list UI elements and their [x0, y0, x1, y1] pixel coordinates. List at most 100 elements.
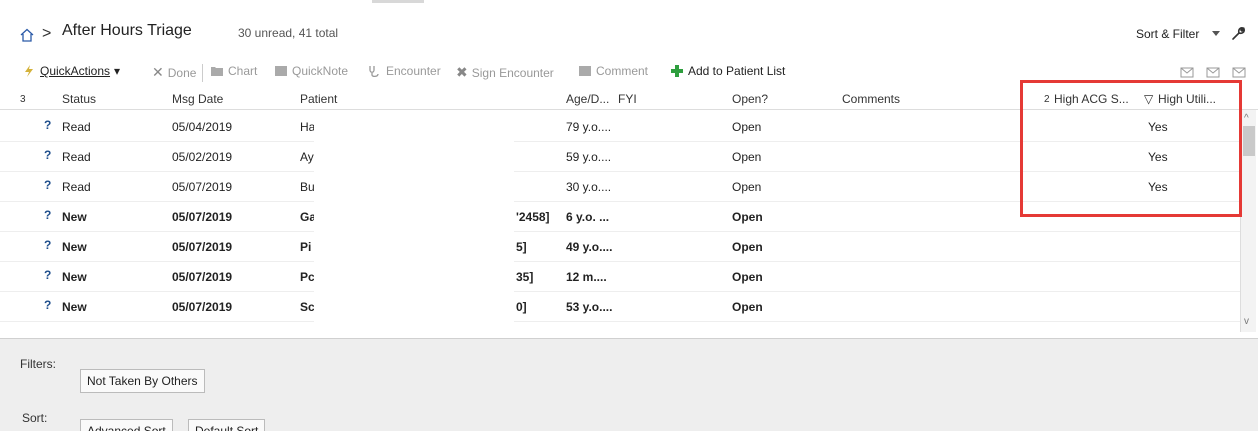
question-icon: ? — [44, 118, 52, 132]
quicknote-label: QuickNote — [292, 64, 349, 78]
table-row[interactable]: ? New 05/07/2019 Sc 0] 53 y.o.... Open — [0, 292, 1242, 322]
filters-label: Filters: — [20, 357, 56, 371]
cell-age: 53 y.o.... — [566, 300, 613, 314]
cell-mrn: '2458] — [516, 210, 550, 224]
chevron-down-icon[interactable] — [1212, 31, 1220, 36]
cell-open: Open — [732, 210, 763, 224]
cell-open: Open — [732, 120, 762, 134]
cell-mrn: 0] — [516, 300, 527, 314]
redacted-patient-area — [314, 112, 514, 142]
redacted-patient-area — [314, 232, 514, 262]
close-icon: ✖ — [456, 64, 468, 80]
cell-patient: Bu — [300, 180, 315, 194]
column-patient[interactable]: Patient — [300, 92, 337, 106]
cell-status: Read — [62, 120, 91, 134]
comment-icon — [579, 66, 591, 76]
breadcrumb-separator: > — [42, 25, 52, 42]
top-strip — [0, 0, 1258, 14]
default-sort-button[interactable]: Default Sort — [188, 419, 266, 431]
column-open[interactable]: Open? — [732, 92, 768, 106]
column-fyi[interactable]: FYI — [618, 92, 637, 106]
cell-age: 79 y.o.... — [566, 120, 612, 134]
encounter-button[interactable]: Encounter — [368, 64, 441, 78]
chevron-down-icon: ▾ — [114, 64, 121, 78]
mail-forward-icon[interactable] — [1206, 66, 1220, 79]
cell-status: New — [62, 300, 87, 314]
comment-label: Comment — [596, 64, 649, 78]
vertical-scrollbar[interactable]: ^ v — [1240, 110, 1256, 332]
redacted-patient-area — [314, 292, 514, 322]
advanced-sort-button[interactable]: Advanced Sort — [80, 419, 173, 431]
column-age[interactable]: Age/D... — [566, 92, 609, 106]
sign-encounter-label: Sign Encounter — [471, 65, 554, 80]
cell-date: 05/07/2019 — [172, 300, 233, 314]
filter-panel: Filters: Not Taken By Others Sort: Advan… — [0, 338, 1258, 431]
close-icon: ✕ — [152, 64, 164, 80]
note-icon — [275, 66, 287, 76]
question-icon: ? — [44, 268, 52, 282]
wrench-icon[interactable] — [1230, 25, 1246, 41]
done-label: Done — [167, 65, 197, 80]
cell-age: 59 y.o.... — [566, 150, 612, 164]
scroll-down-icon[interactable]: v — [1244, 316, 1249, 327]
cell-age: 12 m.... — [566, 270, 607, 284]
cell-age: 49 y.o.... — [566, 240, 613, 254]
cell-status: Read — [62, 180, 91, 194]
cell-status: New — [62, 270, 87, 284]
column-msg-date[interactable]: Msg Date — [172, 92, 223, 106]
comment-button[interactable]: Comment — [578, 64, 648, 78]
unread-count: 30 unread, 41 total — [238, 26, 339, 40]
table-row[interactable]: ? New 05/07/2019 Pi 5] 49 y.o.... Open — [0, 232, 1242, 262]
stethoscope-icon — [369, 66, 379, 78]
chart-label: Chart — [228, 64, 258, 78]
annotation-highlight-box — [1020, 80, 1242, 217]
redacted-patient-area — [314, 172, 514, 202]
sort-index-badge: 3 — [20, 94, 26, 105]
cell-status: Read — [62, 150, 91, 164]
page-title: After Hours Triage — [62, 22, 192, 39]
cell-open: Open — [732, 150, 762, 164]
home-icon[interactable] — [20, 28, 34, 42]
question-icon: ? — [44, 148, 52, 162]
cell-date: 05/02/2019 — [172, 150, 233, 164]
done-button[interactable]: ✕ Done — [152, 64, 196, 81]
table-row[interactable]: ? New 05/07/2019 Pc 35] 12 m.... Open — [0, 262, 1242, 292]
question-icon: ? — [44, 238, 52, 252]
add-to-patient-list-label: Add to Patient List — [688, 64, 786, 78]
redacted-patient-area — [314, 262, 514, 292]
filter-not-taken-by-others[interactable]: Not Taken By Others — [80, 369, 205, 393]
add-to-patient-list-button[interactable]: Add to Patient List — [670, 64, 785, 78]
cell-open: Open — [732, 300, 763, 314]
cell-patient: Pi — [300, 240, 312, 254]
cell-patient: Pc — [300, 270, 315, 284]
lightning-icon — [25, 65, 33, 77]
column-status[interactable]: Status — [62, 92, 96, 106]
cell-mrn: 35] — [516, 270, 534, 284]
column-comments[interactable]: Comments — [842, 92, 900, 106]
mail-reply-icon[interactable] — [1180, 66, 1194, 79]
mail-send-icon[interactable] — [1232, 66, 1246, 79]
question-icon: ? — [44, 178, 52, 192]
cell-date: 05/07/2019 — [172, 240, 233, 254]
scroll-up-icon[interactable]: ^ — [1244, 113, 1249, 124]
cell-date: 05/07/2019 — [172, 180, 233, 194]
cell-age: 6 y.o. ... — [566, 210, 610, 224]
quick-actions-label: QuickActions — [40, 64, 111, 78]
plus-icon — [671, 65, 683, 77]
question-icon: ? — [44, 208, 52, 222]
sort-filter-button[interactable]: Sort & Filter — [1136, 27, 1199, 41]
cell-date: 05/07/2019 — [172, 270, 233, 284]
cell-open: Open — [732, 180, 762, 194]
quicknote-button[interactable]: QuickNote — [274, 64, 348, 78]
cell-open: Open — [732, 240, 763, 254]
question-icon: ? — [44, 298, 52, 312]
scrollbar-thumb[interactable] — [1243, 126, 1255, 156]
cell-age: 30 y.o.... — [566, 180, 612, 194]
cell-patient: Sc — [300, 300, 315, 314]
sort-label: Sort: — [22, 411, 48, 425]
chart-button[interactable]: Chart — [210, 64, 257, 78]
quick-actions-button[interactable]: QuickActions ▾ — [22, 64, 120, 78]
sign-encounter-button[interactable]: ✖ Sign Encounter — [456, 64, 554, 81]
toolbar-divider — [202, 64, 203, 82]
cell-status: New — [62, 240, 87, 254]
